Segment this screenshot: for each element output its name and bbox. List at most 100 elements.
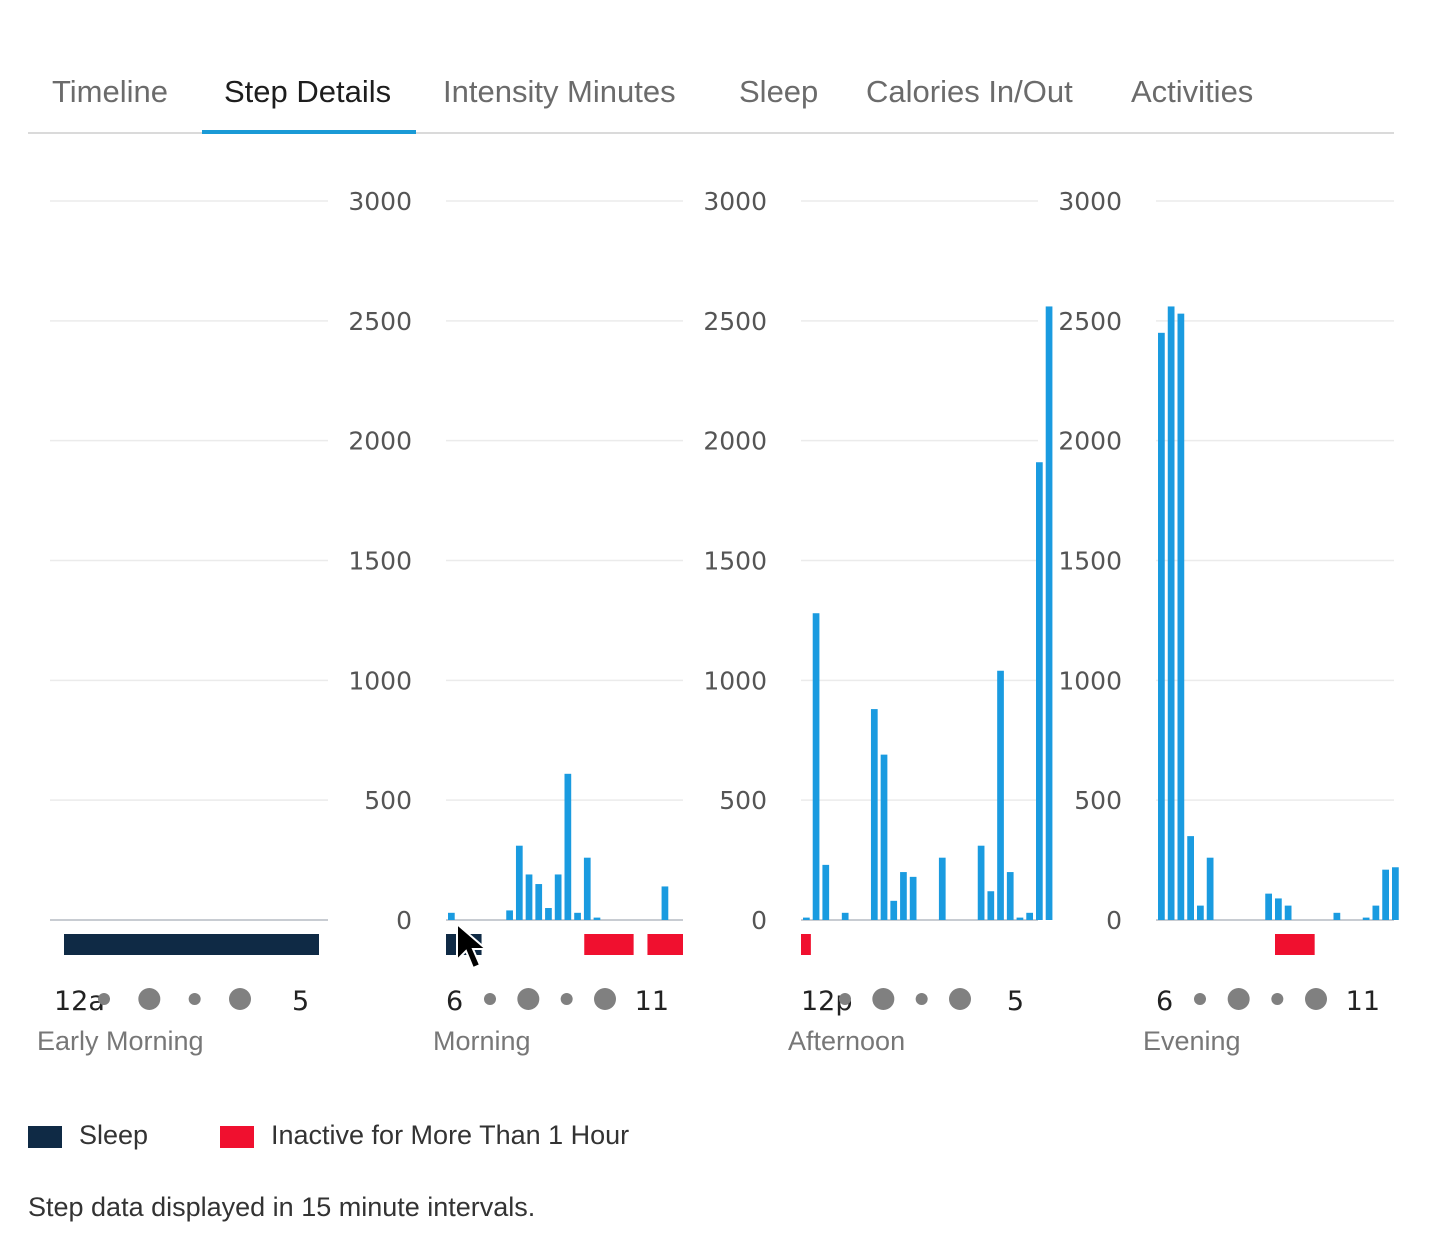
morning-step-bar: [574, 912, 581, 920]
evening-step-bar: [1265, 893, 1272, 920]
afternoon-y-tick-label: 1500: [703, 547, 767, 576]
afternoon-y-tick-label: 2500: [703, 307, 767, 336]
afternoon-y-tick-label: 0: [751, 906, 767, 935]
afternoon-hour-dot: [915, 993, 928, 1005]
morning-step-bar: [564, 773, 572, 920]
morning-y-tick-label: 1000: [348, 666, 412, 695]
early-morning-x-label-start: 12a: [54, 986, 105, 1017]
morning-x-label-start: 6: [446, 986, 463, 1017]
afternoon-step-bar: [822, 864, 830, 920]
legend-label-inactive: Inactive for More Than 1 Hour: [271, 1120, 630, 1150]
afternoon-step-bar: [812, 613, 820, 920]
chart-legend: Sleep Inactive for More Than 1 Hour: [28, 1118, 828, 1158]
afternoon-y-tick-label: 2000: [703, 427, 767, 456]
evening-y-tick-label: 3000: [1058, 187, 1122, 216]
afternoon-hour-dot: [839, 993, 851, 1005]
afternoon-step-bar: [1016, 917, 1024, 920]
morning-hour-dot: [517, 988, 540, 1010]
morning-step-bar: [515, 845, 523, 920]
legend-swatch-sleep: [28, 1126, 62, 1148]
afternoon-step-bar: [900, 872, 907, 920]
evening-hour-dot: [1194, 993, 1206, 1005]
interval-footnote: Step data displayed in 15 minute interva…: [28, 1192, 536, 1222]
evening-step-bar: [1167, 306, 1175, 920]
morning-y-tick-label: 2000: [348, 427, 412, 456]
evening-y-tick-label: 1500: [1058, 547, 1122, 576]
afternoon-step-bar: [841, 912, 849, 920]
morning-hour-dot: [484, 993, 496, 1005]
evening-x-label-start: 6: [1156, 986, 1173, 1017]
evening-hour-dot: [1271, 993, 1284, 1005]
evening-y-tick-label: 2000: [1058, 427, 1122, 456]
afternoon-period-label: Afternoon: [788, 1026, 905, 1056]
evening-inactive-band: [1275, 934, 1315, 955]
morning-step-bar: [593, 917, 601, 920]
afternoon-y-tick-label: 3000: [703, 187, 767, 216]
evening-step-bar: [1206, 857, 1214, 920]
afternoon-step-bar: [1036, 462, 1043, 920]
evening-step-bar: [1362, 917, 1370, 920]
evening-step-bar: [1177, 313, 1185, 921]
evening-step-bar: [1382, 869, 1389, 920]
morning-step-bar: [448, 912, 455, 920]
evening-step-bar: [1333, 912, 1341, 920]
morning-y-tick-label: 0: [396, 906, 412, 935]
afternoon-step-bar: [977, 845, 985, 920]
early-morning-sleep-band: [64, 934, 319, 955]
morning-period-label: Morning: [433, 1026, 531, 1056]
morning-y-tick-label: 2500: [348, 307, 412, 336]
morning-x-label-end: 11: [635, 986, 669, 1017]
afternoon-step-bar: [803, 917, 810, 920]
evening-y-tick-label: 1000: [1058, 666, 1122, 695]
morning-step-bar: [525, 874, 533, 920]
afternoon-x-label-end: 5: [1007, 986, 1024, 1017]
afternoon-step-bar: [909, 876, 917, 920]
morning-step-bar: [583, 857, 591, 920]
morning-hour-dot: [594, 988, 616, 1010]
afternoon-y-tick-label: 1000: [703, 666, 767, 695]
afternoon-step-bar: [880, 754, 888, 920]
evening-step-bar: [1187, 836, 1194, 920]
morning-inactive-band: [584, 934, 634, 955]
mouse-cursor-icon: [456, 922, 489, 970]
morning-y-tick-label: 500: [364, 786, 412, 815]
evening-step-bar: [1158, 332, 1165, 921]
early-morning-hour-dot: [188, 993, 201, 1005]
afternoon-step-bar: [938, 857, 946, 920]
morning-step-bar: [661, 886, 669, 920]
morning-y-tick-label: 1500: [348, 547, 412, 576]
afternoon-step-bar: [1006, 872, 1014, 920]
legend-swatch-inactive: [220, 1126, 254, 1148]
morning-inactive-band: [647, 934, 683, 955]
afternoon-y-tick-label: 500: [719, 786, 767, 815]
evening-step-bar: [1197, 905, 1204, 920]
morning-step-bar: [535, 884, 543, 920]
afternoon-step-bar: [987, 891, 995, 920]
afternoon-hour-dot: [872, 988, 895, 1010]
evening-step-bar: [1372, 905, 1380, 920]
evening-y-tick-label: 0: [1106, 906, 1122, 935]
legend-label-sleep: Sleep: [79, 1120, 149, 1150]
evening-hour-dot: [1227, 988, 1250, 1010]
early-morning-hour-dot: [138, 988, 161, 1010]
early-morning-hour-dot: [98, 993, 110, 1005]
evening-x-label-end: 11: [1346, 986, 1380, 1017]
afternoon-hour-dot: [949, 988, 971, 1010]
evening-step-bar: [1284, 905, 1292, 920]
morning-step-bar: [506, 910, 513, 920]
afternoon-step-bar: [997, 670, 1004, 920]
morning-step-bar: [554, 874, 562, 920]
evening-y-tick-label: 500: [1074, 786, 1122, 815]
morning-step-bar: [545, 908, 552, 920]
early-morning-hour-dot: [229, 988, 251, 1010]
morning-hour-dot: [560, 993, 573, 1005]
early-morning-x-label-end: 5: [292, 986, 309, 1017]
afternoon-step-bar: [890, 900, 898, 920]
step-details-charts: 12a 5Early Morning05001000150020002500300…: [37, 187, 1399, 1056]
afternoon-step-bar: [870, 709, 878, 920]
afternoon-inactive-band: [801, 934, 811, 955]
afternoon-step-bar: [1026, 912, 1033, 920]
evening-step-bar: [1392, 867, 1399, 920]
evening-y-tick-label: 2500: [1058, 307, 1122, 336]
evening-period-label: Evening: [1143, 1026, 1241, 1056]
